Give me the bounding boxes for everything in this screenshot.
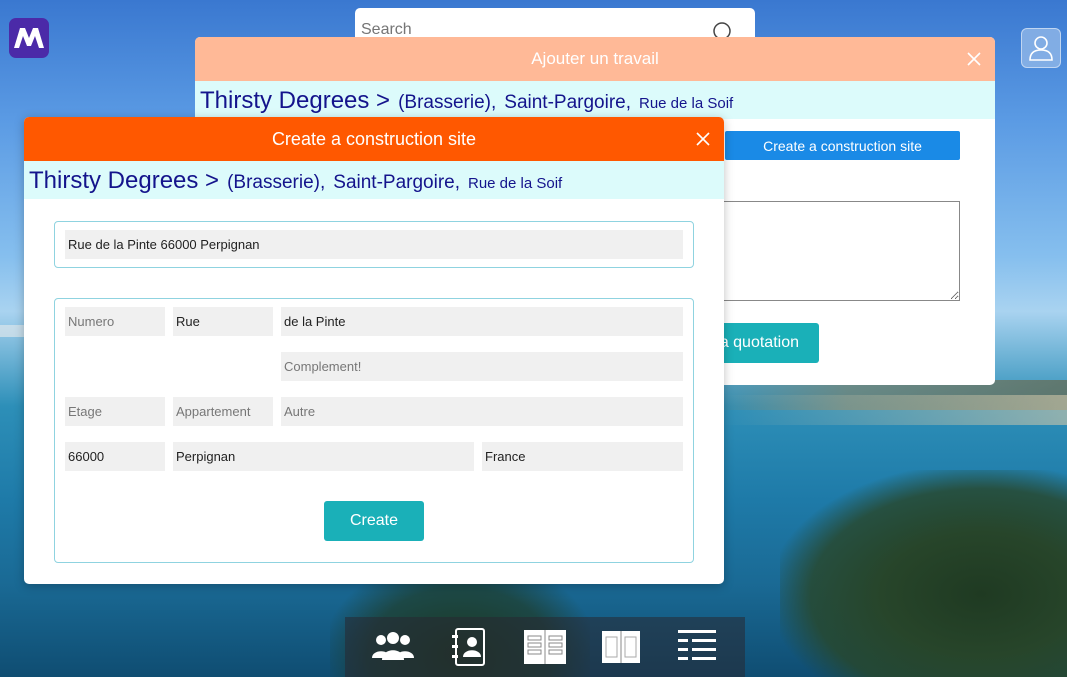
dock-item-open-book[interactable] (599, 625, 643, 669)
breadcrumb-client[interactable]: Thirsty Degrees > (29, 167, 219, 195)
full-address-box (54, 221, 694, 268)
breadcrumb-client[interactable]: Thirsty Degrees > (200, 87, 390, 115)
create-construction-site-dialog: Create a construction site Thirsty Degre… (24, 117, 724, 584)
full-address-input[interactable] (65, 230, 683, 259)
street-type-field[interactable] (173, 307, 273, 336)
dock-item-list[interactable] (675, 625, 719, 669)
add-job-dialog-title: Ajouter un travail (531, 49, 659, 68)
app-logo[interactable] (9, 18, 49, 58)
open-book-list-icon (524, 630, 566, 664)
breadcrumb-street: Rue de la Soif (468, 175, 563, 192)
breadcrumb-type: (Brasserie), (227, 172, 326, 193)
street-name-field[interactable] (281, 307, 683, 336)
users-icon (372, 632, 414, 660)
breadcrumb-type: (Brasserie), (398, 92, 497, 113)
background-shore (720, 395, 1067, 425)
breadcrumb: Thirsty Degrees > (Brasserie), Saint-Par… (24, 161, 724, 199)
user-icon (1029, 36, 1053, 61)
dock-item-contacts[interactable] (447, 625, 491, 669)
close-icon[interactable] (967, 52, 981, 66)
create-site-dialog-title: Create a construction site (271, 128, 477, 149)
apartment-field[interactable] (173, 397, 273, 426)
user-account-button[interactable] (1021, 28, 1061, 68)
breadcrumb-city: Saint-Pargoire, (504, 92, 631, 113)
dock-item-users[interactable] (371, 625, 415, 669)
list-icon (678, 630, 716, 660)
contacts-book-icon (452, 628, 485, 666)
add-job-dialog-header: Ajouter un travail (195, 37, 995, 81)
background-trees (780, 470, 1067, 677)
breadcrumb-street: Rue de la Soif (639, 95, 734, 112)
complement-field[interactable] (281, 352, 683, 381)
open-book-icon (602, 631, 640, 663)
postal-code-field[interactable] (65, 442, 165, 471)
country-field[interactable] (482, 442, 683, 471)
create-site-dialog-header: Create a construction site (24, 117, 724, 161)
create-button[interactable]: Create (324, 501, 424, 541)
other-field[interactable] (281, 397, 683, 426)
create-construction-site-button[interactable]: Create a construction site (725, 131, 960, 160)
bottom-dock (345, 617, 745, 677)
floor-field[interactable] (65, 397, 165, 426)
close-icon[interactable] (696, 132, 710, 146)
address-details-box: Create (54, 298, 694, 563)
dock-item-open-book-list[interactable] (523, 625, 567, 669)
breadcrumb: Thirsty Degrees > (Brasserie), Saint-Par… (195, 81, 995, 119)
logo-m-icon (14, 28, 44, 48)
city-field[interactable] (173, 442, 474, 471)
numero-field[interactable] (65, 307, 165, 336)
breadcrumb-city: Saint-Pargoire, (333, 172, 460, 193)
